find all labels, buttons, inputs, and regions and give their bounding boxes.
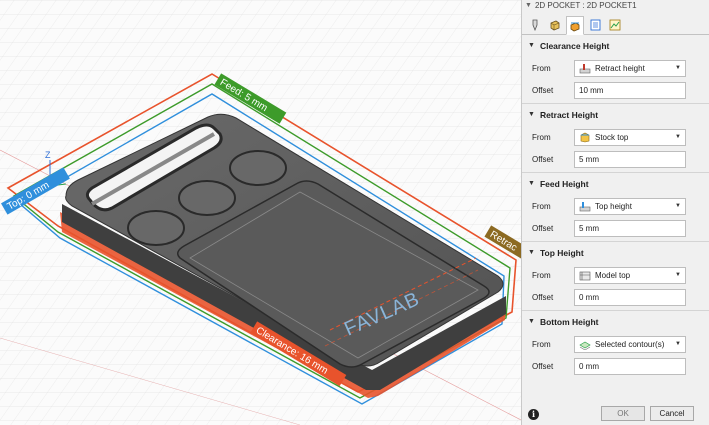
dropdown-arrow-icon: ▼ <box>675 272 681 278</box>
feed-from-dropdown[interactable]: Top height ▼ <box>574 197 686 215</box>
retract-height-header[interactable]: ▼ Retract Height <box>522 104 709 126</box>
expand-triangle-icon[interactable]: ▼ <box>528 242 535 264</box>
from-label: From <box>532 132 551 142</box>
retract-from-dropdown[interactable]: Stock top ▼ <box>574 128 686 146</box>
dropdown-arrow-icon: ▼ <box>675 203 681 209</box>
linking-icon <box>609 19 621 30</box>
clearance-height-header[interactable]: ▼ Clearance Height <box>522 35 709 57</box>
top-height-section: ▼ Top Height From Model top ▼ Offset 0 m… <box>522 242 709 311</box>
offset-label: Offset <box>532 223 554 233</box>
tool-icon <box>532 19 538 31</box>
section-title: Clearance Height <box>539 41 610 51</box>
top-height-header[interactable]: ▼ Top Height <box>522 242 709 264</box>
3d-viewport[interactable]: FAVLAB Z Feed: 5 mm Top: 0 mm Retrac Cle… <box>0 0 521 425</box>
model-top-icon <box>579 271 591 280</box>
collapse-chevron-icon[interactable]: ▼ <box>525 0 532 12</box>
bottom-height-section: ▼ Bottom Height From Selected contour(s)… <box>522 311 709 377</box>
bottom-height-header[interactable]: ▼ Bottom Height <box>522 311 709 333</box>
tab-linking[interactable] <box>606 15 624 34</box>
operation-dialog: ▼ 2D POCKET : 2D POCKET1 ▼ Clearance Hei… <box>521 0 709 425</box>
axis-z-label: Z <box>45 150 51 160</box>
tab-passes[interactable] <box>586 15 604 34</box>
bottom-offset-input[interactable]: 0 mm <box>574 357 686 375</box>
stock-top-icon <box>580 132 590 142</box>
feed-height-section: ▼ Feed Height From Top height ▼ Offset 5… <box>522 173 709 242</box>
clearance-height-section: ▼ Clearance Height From Retract height ▼… <box>522 35 709 104</box>
expand-triangle-icon[interactable]: ▼ <box>528 173 535 195</box>
offset-label: Offset <box>532 85 554 95</box>
heights-icon <box>570 22 580 31</box>
offset-label: Offset <box>532 292 554 302</box>
retract-height-section: ▼ Retract Height From Stock top ▼ Offset… <box>522 104 709 173</box>
section-title: Feed Height <box>539 179 589 189</box>
from-label: From <box>532 201 551 211</box>
dialog-title: 2D POCKET : 2D POCKET1 <box>534 1 637 10</box>
passes-icon <box>590 19 600 30</box>
from-label: From <box>532 270 551 280</box>
from-label: From <box>532 339 551 349</box>
section-title: Retract Height <box>539 110 599 120</box>
top-offset-input[interactable]: 0 mm <box>574 288 686 306</box>
tab-tool[interactable] <box>526 15 544 34</box>
top-from-dropdown[interactable]: Model top ▼ <box>574 266 686 284</box>
clearance-offset-input[interactable]: 10 mm <box>574 81 686 99</box>
retract-offset-input[interactable]: 5 mm <box>574 150 686 168</box>
ok-button[interactable]: OK <box>601 406 645 421</box>
offset-label: Offset <box>532 154 554 164</box>
selected-contours-icon <box>579 341 591 350</box>
feed-height-header[interactable]: ▼ Feed Height <box>522 173 709 195</box>
bottom-from-dropdown[interactable]: Selected contour(s) ▼ <box>574 335 686 353</box>
dropdown-arrow-icon: ▼ <box>675 134 681 140</box>
retract-height-icon <box>579 63 591 73</box>
top-height-icon <box>579 201 591 211</box>
expand-triangle-icon[interactable]: ▼ <box>528 35 535 57</box>
dropdown-arrow-icon: ▼ <box>675 65 681 71</box>
dialog-title-bar[interactable]: ▼ 2D POCKET : 2D POCKET1 <box>522 0 709 12</box>
dialog-footer: i OK Cancel <box>522 403 708 425</box>
offset-label: Offset <box>532 361 554 371</box>
from-label: From <box>532 63 551 73</box>
tab-geometry[interactable] <box>546 15 564 34</box>
geometry-icon <box>550 20 560 30</box>
section-title: Bottom Height <box>539 317 599 327</box>
expand-triangle-icon[interactable]: ▼ <box>528 104 535 126</box>
expand-triangle-icon[interactable]: ▼ <box>528 311 535 333</box>
dropdown-arrow-icon: ▼ <box>675 341 681 347</box>
clearance-from-dropdown[interactable]: Retract height ▼ <box>574 59 686 77</box>
dialog-tabs <box>522 12 709 35</box>
section-title: Top Height <box>539 248 584 258</box>
cancel-button[interactable]: Cancel <box>650 406 694 421</box>
info-icon[interactable]: i <box>528 408 539 420</box>
tab-heights[interactable] <box>566 16 584 35</box>
feed-offset-input[interactable]: 5 mm <box>574 219 686 237</box>
